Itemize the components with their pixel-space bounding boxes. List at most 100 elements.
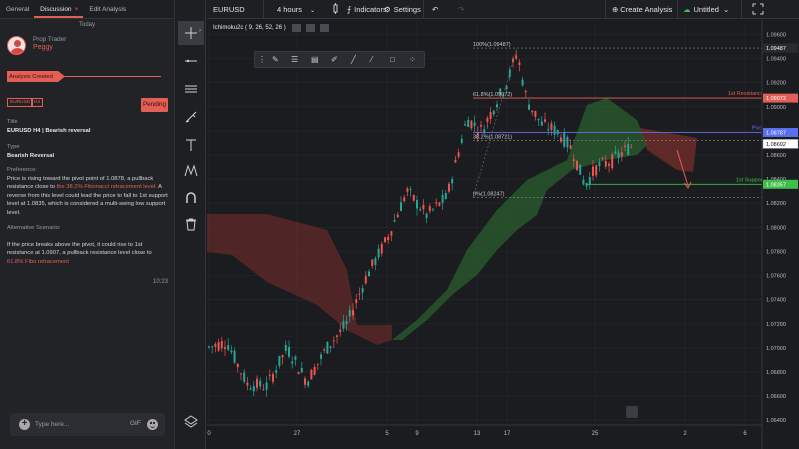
plus-icon[interactable]: + [19, 419, 30, 430]
candle [451, 178, 454, 184]
preference-section: Preference: Price is rising toward the p… [7, 166, 169, 218]
tab-discussion[interactable]: Discussion × [34, 0, 84, 18]
pattern-tool[interactable] [178, 159, 204, 183]
candle [352, 310, 354, 316]
candle [288, 346, 290, 357]
candle [582, 179, 585, 185]
undo-icon[interactable]: ↶ [432, 5, 438, 14]
price-chart[interactable]: 100%(1.09487) 61.8%(1.09072) 38.2%(1.08721… [207, 20, 799, 449]
drawing-toolbar: ⋮ ✎ ☰ ▤ ✐ ╱ ⁄ □ ⁘ [254, 51, 425, 68]
line-icon[interactable]: ╱ [351, 55, 356, 64]
redo-icon[interactable]: ↷ [458, 5, 464, 14]
message-composer: + GIF [10, 413, 165, 436]
delete-tool[interactable] [178, 212, 204, 236]
candle [428, 206, 431, 212]
channel-tool[interactable] [178, 77, 204, 101]
text-tool[interactable] [178, 133, 204, 157]
candle [208, 346, 210, 348]
gif-button[interactable]: GIF [130, 420, 141, 427]
candle [560, 137, 562, 142]
marker-icon[interactable]: ✐ [331, 55, 338, 64]
indicator-label: Ichimoku2c ( 9, 26, 52, 26 ) [213, 25, 286, 31]
candle [409, 189, 412, 190]
fib-level-label: 61.8%(1.09072) [473, 92, 512, 98]
key-level-label: 1st Resistance [728, 91, 764, 97]
alternative-highlight: 61.8% Fibo retracement [7, 258, 69, 265]
brush-tool[interactable] [178, 105, 204, 129]
candle [540, 121, 543, 126]
fib-level-label: 38.2%(1.08721) [473, 134, 512, 140]
user-name[interactable]: Peggy [33, 44, 53, 51]
tab-general[interactable]: General [0, 0, 34, 18]
fib-icon[interactable]: ☰ [291, 55, 298, 64]
settings-icon[interactable] [306, 24, 315, 32]
magnet-tool[interactable] [178, 186, 204, 210]
candle [294, 356, 297, 360]
candle-type-button[interactable] [331, 3, 340, 16]
magnet-icon [186, 192, 196, 203]
title-label: Title [7, 119, 18, 125]
candle [278, 355, 281, 366]
plus-circle-icon: ⊕ [612, 5, 619, 14]
drag-handle-icon[interactable]: ⋮ [258, 55, 266, 64]
ruler-icon[interactable]: ⁄ [371, 55, 372, 64]
status-label: Analysis Created [9, 74, 53, 80]
horizontal-line-tool[interactable] [178, 49, 204, 73]
fullscreen-icon[interactable] [752, 3, 764, 17]
y-tick-label: 1.07200 [766, 322, 786, 328]
layout-selector[interactable]: ☁ Untitled ⌄ [683, 5, 729, 14]
lightbulb-icon[interactable] [626, 406, 638, 418]
square-icon[interactable]: □ [390, 55, 395, 64]
symbol-selector[interactable]: EURUSD [213, 5, 245, 14]
settings-button[interactable]: ⚙ Settings [384, 5, 421, 14]
candle [406, 188, 409, 192]
y-tick-label: 1.07400 [766, 298, 786, 304]
candle [249, 388, 252, 390]
toolbar-divider [741, 0, 742, 19]
alternative-text-1: If the price breaks above the pivot, it … [7, 241, 152, 257]
eye-icon[interactable] [292, 24, 301, 32]
channel-icon [185, 85, 197, 93]
more-icon[interactable]: ⁘ [409, 55, 416, 64]
interval-selector[interactable]: 4 hours ⌄ [277, 5, 315, 14]
close-icon[interactable]: × [75, 6, 79, 13]
candle [265, 382, 268, 390]
indicators-label: Indicators [354, 5, 387, 14]
candle [480, 125, 482, 127]
candle [521, 79, 524, 86]
candle [579, 164, 582, 175]
emoji-icon[interactable] [147, 419, 158, 430]
candle [310, 369, 313, 380]
candle [515, 55, 518, 59]
close-icon[interactable] [320, 24, 329, 32]
toolbar-divider [677, 0, 678, 19]
layers-tool[interactable] [178, 409, 204, 433]
tab-edit-analysis[interactable]: Edit Analysis [83, 0, 131, 18]
expand-arrows [752, 3, 764, 15]
indicators-button[interactable]: ⨍ Indicators [347, 5, 387, 14]
candle [355, 299, 358, 304]
avatar[interactable] [7, 36, 26, 55]
candle [339, 329, 342, 332]
y-tick-label: 1.08200 [766, 201, 786, 207]
create-analysis-button[interactable]: ⊕ Create Analysis [612, 5, 672, 14]
candle [256, 378, 258, 388]
candle [396, 214, 399, 218]
candle [489, 112, 492, 119]
message-input[interactable] [35, 418, 115, 431]
candle [566, 136, 569, 148]
candle [572, 159, 575, 162]
horizontal-line-icon [185, 59, 197, 63]
candle [588, 176, 591, 185]
candle [243, 372, 246, 382]
candle [608, 163, 610, 166]
collapse-chevron-icon[interactable]: › [199, 28, 201, 34]
candle [438, 202, 441, 206]
layout-label: Untitled [693, 5, 719, 14]
gear-icon: ⚙ [384, 5, 391, 14]
candle [387, 236, 390, 241]
pencil-icon[interactable]: ✎ [272, 55, 279, 64]
candle [473, 122, 476, 126]
style-icon[interactable]: ▤ [311, 55, 319, 64]
candle [300, 368, 303, 373]
